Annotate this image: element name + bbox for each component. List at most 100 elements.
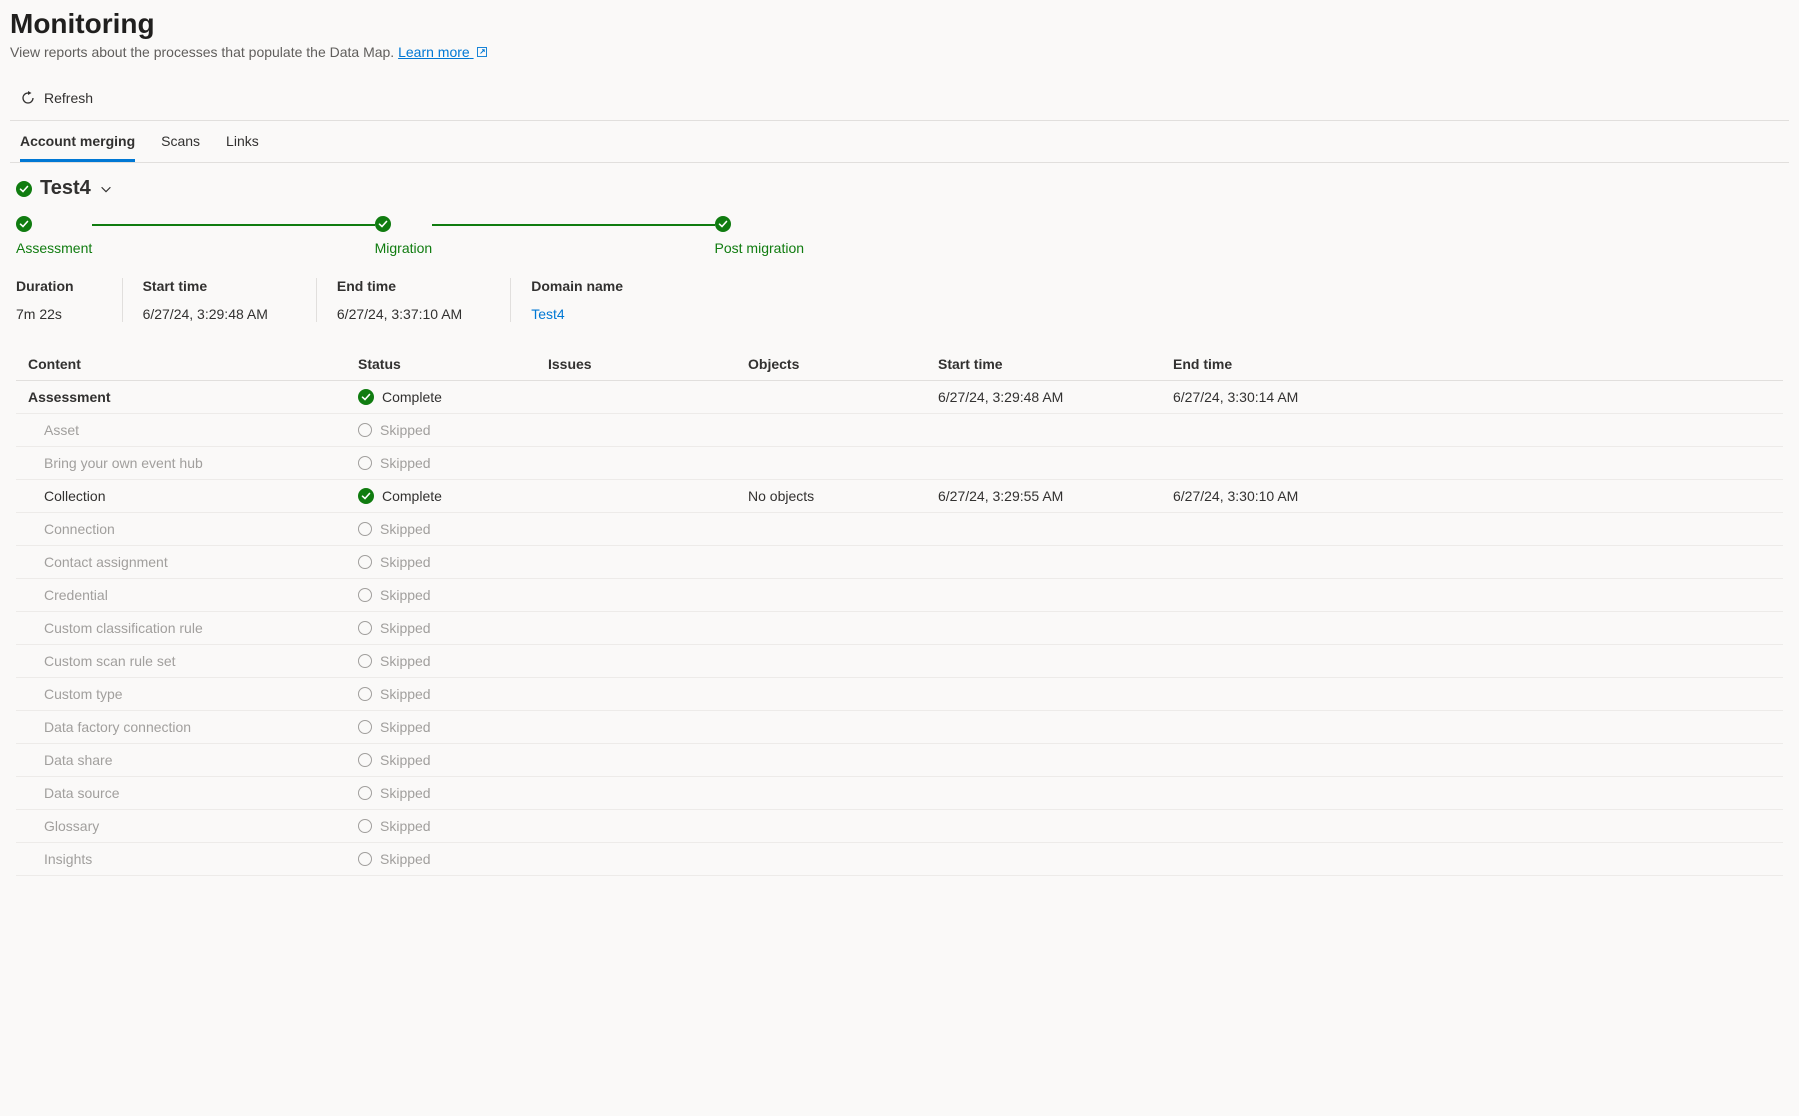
cell-objects: No objects — [748, 488, 938, 504]
status-text: Skipped — [380, 851, 431, 867]
cell-end-time: 6/27/24, 3:30:14 AM — [1173, 389, 1771, 405]
status-text: Skipped — [380, 554, 431, 570]
table-row: Assessment Complete 6/27/24, 3:29:48 AM … — [16, 381, 1783, 414]
table-row: Connection Skipped — [16, 513, 1783, 546]
status-text: Complete — [382, 389, 442, 405]
status-text: Skipped — [380, 455, 431, 471]
meta-domain-name: Domain name Test4 — [511, 278, 671, 322]
cell-status: Skipped — [358, 686, 548, 702]
table-row: Data factory connection Skipped — [16, 711, 1783, 744]
cell-content: Glossary — [28, 818, 358, 834]
skip-circle-icon — [358, 753, 372, 767]
cell-start-time: 6/27/24, 3:29:48 AM — [938, 389, 1173, 405]
cell-status: Skipped — [358, 587, 548, 603]
step-connector — [432, 224, 714, 226]
check-circle-icon — [16, 181, 32, 197]
table-row: Asset Skipped — [16, 414, 1783, 447]
cell-end-time: 6/27/24, 3:30:10 AM — [1173, 488, 1771, 504]
refresh-button[interactable]: Refresh — [14, 86, 99, 110]
chevron-down-icon — [99, 182, 113, 196]
skip-circle-icon — [358, 720, 372, 734]
domain-link[interactable]: Test4 — [531, 306, 623, 322]
cell-status: Skipped — [358, 818, 548, 834]
table-row: Data share Skipped — [16, 744, 1783, 777]
cell-content: Insights — [28, 851, 358, 867]
table-row: Custom type Skipped — [16, 678, 1783, 711]
check-circle-icon — [358, 389, 374, 405]
step-label: Assessment — [16, 240, 92, 256]
meta-label: Domain name — [531, 278, 623, 294]
meta-value: 6/27/24, 3:29:48 AM — [143, 306, 268, 322]
cell-content: Connection — [28, 521, 358, 537]
skip-circle-icon — [358, 786, 372, 800]
tab-links[interactable]: Links — [226, 121, 259, 162]
col-issues: Issues — [548, 356, 748, 372]
learn-more-text: Learn more — [398, 44, 470, 60]
col-status: Status — [358, 356, 548, 372]
table-row: Data source Skipped — [16, 777, 1783, 810]
skip-circle-icon — [358, 687, 372, 701]
table-row: Custom classification rule Skipped — [16, 612, 1783, 645]
status-text: Skipped — [380, 587, 431, 603]
status-text: Skipped — [380, 785, 431, 801]
table-header-row: Content Status Issues Objects Start time… — [16, 348, 1783, 381]
check-circle-icon — [358, 488, 374, 504]
cell-content: Asset — [28, 422, 358, 438]
status-text: Skipped — [380, 686, 431, 702]
cell-status: Skipped — [358, 521, 548, 537]
status-text: Skipped — [380, 620, 431, 636]
status-text: Skipped — [380, 719, 431, 735]
cell-content: Contact assignment — [28, 554, 358, 570]
table-row: Custom scan rule set Skipped — [16, 645, 1783, 678]
tab-scans[interactable]: Scans — [161, 121, 200, 162]
status-text: Complete — [382, 488, 442, 504]
table-row: Bring your own event hub Skipped — [16, 447, 1783, 480]
cell-status: Complete — [358, 488, 548, 504]
step-migration: Migration — [375, 216, 433, 256]
status-text: Skipped — [380, 653, 431, 669]
progress-stepper: Assessment Migration Post migration — [10, 210, 810, 260]
skip-circle-icon — [358, 588, 372, 602]
meta-label: Start time — [143, 278, 268, 294]
skip-circle-icon — [358, 654, 372, 668]
cell-status: Skipped — [358, 620, 548, 636]
skip-circle-icon — [358, 621, 372, 635]
meta-value: 6/27/24, 3:37:10 AM — [337, 306, 462, 322]
cell-content: Data share — [28, 752, 358, 768]
cell-content: Collection — [28, 488, 358, 504]
domain-selector[interactable]: Test4 — [10, 163, 1789, 210]
check-circle-icon — [375, 216, 391, 232]
cell-content: Data factory connection — [28, 719, 358, 735]
cell-content: Bring your own event hub — [28, 455, 358, 471]
cell-content: Data source — [28, 785, 358, 801]
cell-content: Custom scan rule set — [28, 653, 358, 669]
step-assessment: Assessment — [16, 216, 92, 256]
status-text: Skipped — [380, 752, 431, 768]
table-row: Collection Complete No objects 6/27/24, … — [16, 480, 1783, 513]
page-title: Monitoring — [10, 8, 1789, 40]
step-label: Post migration — [715, 240, 804, 256]
cell-status: Complete — [358, 389, 548, 405]
skip-circle-icon — [358, 456, 372, 470]
cell-status: Skipped — [358, 653, 548, 669]
tabs: Account merging Scans Links — [10, 121, 1789, 163]
cell-content: Custom classification rule — [28, 620, 358, 636]
cell-content: Custom type — [28, 686, 358, 702]
step-post-migration: Post migration — [715, 216, 804, 256]
cell-status: Skipped — [358, 422, 548, 438]
refresh-icon — [20, 90, 36, 106]
tab-account-merging[interactable]: Account merging — [20, 121, 135, 162]
meta-duration: Duration 7m 22s — [16, 278, 123, 322]
learn-more-link[interactable]: Learn more — [398, 44, 487, 60]
meta-start-time: Start time 6/27/24, 3:29:48 AM — [123, 278, 317, 322]
domain-name: Test4 — [40, 177, 91, 200]
step-connector — [92, 224, 374, 226]
col-objects: Objects — [748, 356, 938, 372]
table-row: Credential Skipped — [16, 579, 1783, 612]
cell-status: Skipped — [358, 785, 548, 801]
cell-status: Skipped — [358, 455, 548, 471]
meta-grid: Duration 7m 22s Start time 6/27/24, 3:29… — [10, 260, 1789, 348]
status-text: Skipped — [380, 521, 431, 537]
col-end-time: End time — [1173, 356, 1771, 372]
cell-start-time: 6/27/24, 3:29:55 AM — [938, 488, 1173, 504]
